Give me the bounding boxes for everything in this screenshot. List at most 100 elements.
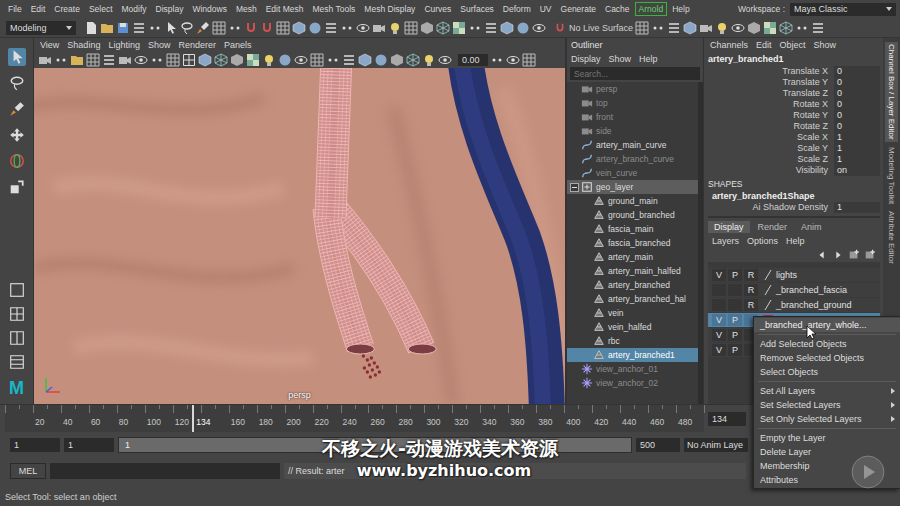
outliner-search[interactable] <box>570 67 700 80</box>
layer-toggle[interactable] <box>728 284 742 296</box>
layout4-icon[interactable] <box>182 53 196 67</box>
newlayer-icon[interactable] <box>864 249 876 261</box>
layer-menu-item[interactable]: Options <box>747 236 778 246</box>
cube-icon[interactable] <box>292 21 306 35</box>
viewport-menu-item[interactable]: Renderer <box>178 40 216 50</box>
eye-icon[interactable] <box>438 53 452 67</box>
menu-item[interactable]: Select Objects <box>754 365 900 379</box>
range-slider[interactable]: 1 <box>118 437 632 453</box>
layer-tab[interactable]: Render <box>752 221 794 233</box>
tex-icon[interactable] <box>452 21 466 35</box>
expand-toggle-icon[interactable] <box>570 183 579 192</box>
dots-icon[interactable] <box>150 53 164 67</box>
outliner-row[interactable]: front <box>567 110 698 124</box>
grid-icon[interactable] <box>522 53 536 67</box>
magnet-icon[interactable] <box>554 22 566 34</box>
lasso-icon[interactable] <box>180 21 194 35</box>
menu-item[interactable]: Select <box>85 2 117 16</box>
cube-icon[interactable] <box>198 53 212 67</box>
layer-row[interactable]: R_branched_ground <box>708 298 880 312</box>
magnet-icon[interactable] <box>244 21 258 35</box>
layer-toggle[interactable] <box>712 299 726 311</box>
time-slider[interactable]: 2040608010012016018020022024026028030032… <box>5 405 704 432</box>
save-icon[interactable] <box>116 21 130 35</box>
arrow-icon[interactable] <box>8 48 26 66</box>
layer-toggle[interactable]: R <box>744 299 758 311</box>
outliner-row[interactable]: fascia_main <box>567 222 698 236</box>
outliner-row[interactable]: artery_main <box>567 250 698 264</box>
channel-value[interactable]: 0 <box>834 66 880 77</box>
layer-toggle[interactable]: P <box>728 329 742 341</box>
outliner-row[interactable]: vein_curve <box>567 166 698 180</box>
viewport-menu-item[interactable]: Panels <box>224 40 252 50</box>
channel-row[interactable]: Ai Shadow Density1 <box>708 202 880 213</box>
cam-icon[interactable] <box>699 21 713 35</box>
menu-item[interactable]: UV <box>536 2 556 16</box>
dots-icon[interactable] <box>326 53 340 67</box>
mode-dropdown[interactable]: Modeling <box>6 21 76 35</box>
playback-start-field[interactable]: 1 <box>64 438 114 452</box>
channel-value[interactable]: 0 <box>834 99 880 110</box>
channel-row[interactable]: Translate Y0 <box>708 77 880 88</box>
channel-row[interactable]: Scale Y1 <box>708 143 880 154</box>
dots-icon[interactable] <box>795 21 809 35</box>
channel-menu-item[interactable]: Object <box>780 40 806 50</box>
wire-icon[interactable] <box>436 21 450 35</box>
lines-icon[interactable] <box>132 21 146 35</box>
layer-toggle[interactable] <box>728 299 742 311</box>
live-surface-field[interactable]: No Live Surface <box>554 22 633 34</box>
sphere-icon[interactable] <box>308 21 322 35</box>
menu-item[interactable]: Set Selected Layers <box>754 398 900 412</box>
sphere-icon[interactable] <box>374 53 388 67</box>
lines-icon[interactable] <box>484 21 498 35</box>
file-icon[interactable] <box>84 21 98 35</box>
layer-toggle[interactable]: P <box>728 314 742 326</box>
outliner-row[interactable]: artery_main_curve <box>567 138 698 152</box>
sphere-icon[interactable] <box>516 21 530 35</box>
outliner-row[interactable]: view_anchor_01 <box>567 362 698 376</box>
cam-icon[interactable] <box>372 21 386 35</box>
cube-icon[interactable] <box>358 53 372 67</box>
left-icon[interactable] <box>816 249 828 261</box>
menu-item[interactable]: File <box>4 2 26 16</box>
brush-icon[interactable] <box>8 100 26 118</box>
eye-icon[interactable] <box>532 21 546 35</box>
grid-icon[interactable] <box>310 53 324 67</box>
grid-icon[interactable] <box>404 21 418 35</box>
move-icon[interactable] <box>8 126 26 144</box>
channel-row[interactable]: Rotate X0 <box>708 99 880 110</box>
layer-toggle[interactable]: V <box>712 269 726 281</box>
eye-icon[interactable] <box>731 21 745 35</box>
current-frame-field[interactable]: 134 <box>708 412 746 426</box>
channel-value[interactable]: on <box>834 165 880 176</box>
magnet-icon[interactable] <box>260 21 274 35</box>
outliner-row[interactable]: vein <box>567 306 698 320</box>
start-frame-field[interactable]: 1 <box>10 438 60 452</box>
layer-menu-item[interactable]: Help <box>786 236 805 246</box>
sphere-icon[interactable] <box>278 53 292 67</box>
viewport-menu-item[interactable]: Lighting <box>108 40 140 50</box>
shade-icon[interactable] <box>747 21 761 35</box>
channel-menu-item[interactable]: Edit <box>756 40 772 50</box>
outliner-row[interactable]: fascia_branched <box>567 236 698 250</box>
channel-row[interactable]: Translate X0 <box>708 66 880 77</box>
layer-menu-item[interactable]: Layers <box>712 236 739 246</box>
menu-item[interactable]: Empty the Layer <box>754 431 900 445</box>
brush-icon[interactable] <box>196 21 210 35</box>
menu-item[interactable]: Set All Layers <box>754 384 900 398</box>
rotate-icon[interactable] <box>8 152 26 170</box>
channel-value[interactable]: 0 <box>834 110 880 121</box>
channel-value[interactable]: 0 <box>834 88 880 99</box>
viewport-menu-item[interactable]: View <box>40 40 59 50</box>
menu-item[interactable]: Edit <box>27 2 50 16</box>
folder-icon[interactable] <box>100 21 114 35</box>
menu-item[interactable]: Edit Mesh <box>262 2 308 16</box>
wire-icon[interactable] <box>779 21 793 35</box>
dots-icon[interactable] <box>651 21 665 35</box>
layer-toggle[interactable]: R <box>744 284 758 296</box>
shade-icon[interactable] <box>420 21 434 35</box>
outliner-row[interactable]: artery_branched_hal <box>567 292 698 306</box>
layer-toggle[interactable]: R <box>744 269 758 281</box>
folder-icon[interactable] <box>70 53 84 67</box>
menu-item[interactable]: Modify <box>118 2 151 16</box>
